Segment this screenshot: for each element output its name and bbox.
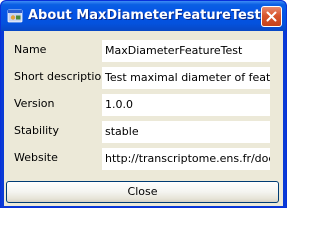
app-icon	[7, 8, 23, 24]
version-value[interactable]: 1.0.0	[102, 94, 270, 116]
stability-value[interactable]: stable	[102, 121, 270, 143]
stability-label: Stability	[14, 124, 60, 137]
short-description-value[interactable]: Test maximal diameter of features	[102, 67, 270, 89]
title-bar[interactable]: About MaxDiameterFeatureTest	[1, 1, 286, 31]
close-button[interactable]: Close	[6, 181, 279, 203]
close-icon	[266, 7, 277, 26]
dialog-body: Name MaxDiameterFeatureTest Short descri…	[4, 31, 283, 206]
name-value[interactable]: MaxDiameterFeatureTest	[102, 40, 270, 62]
about-dialog: About MaxDiameterFeatureTest Name MaxDia…	[0, 0, 287, 208]
website-label: Website	[14, 151, 58, 164]
website-value[interactable]: http://transcriptome.ens.fr/doelan	[102, 148, 270, 170]
window-close-button[interactable]	[261, 6, 282, 27]
name-label: Name	[14, 43, 47, 56]
version-label: Version	[14, 97, 55, 110]
window-title: About MaxDiameterFeatureTest	[28, 8, 261, 23]
short-description-label: Short description	[14, 70, 109, 83]
